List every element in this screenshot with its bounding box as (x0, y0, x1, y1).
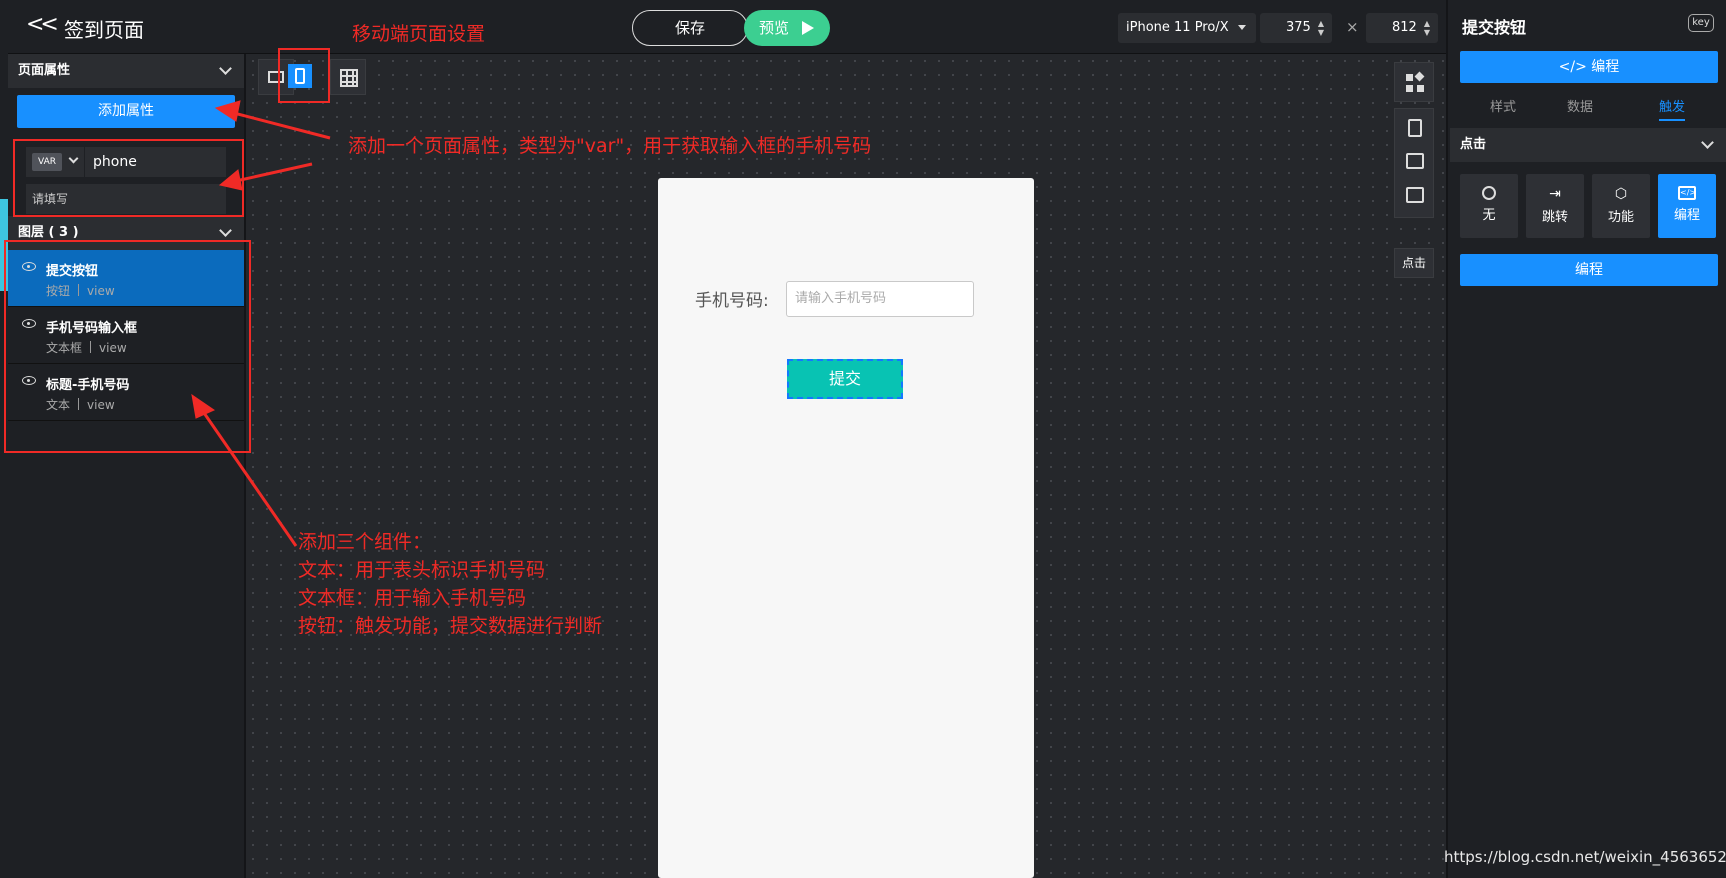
arrow-head (191, 393, 216, 419)
arrow-to-var-row (235, 162, 313, 183)
annotation-arrows (191, 100, 331, 547)
watermark: https://blog.csdn.net/weixin_45636528 (1444, 848, 1726, 866)
arrow-head (214, 100, 241, 122)
arrow-to-add-attr (229, 110, 331, 140)
arrow-head (218, 169, 243, 191)
arrow-to-layers (200, 409, 298, 547)
